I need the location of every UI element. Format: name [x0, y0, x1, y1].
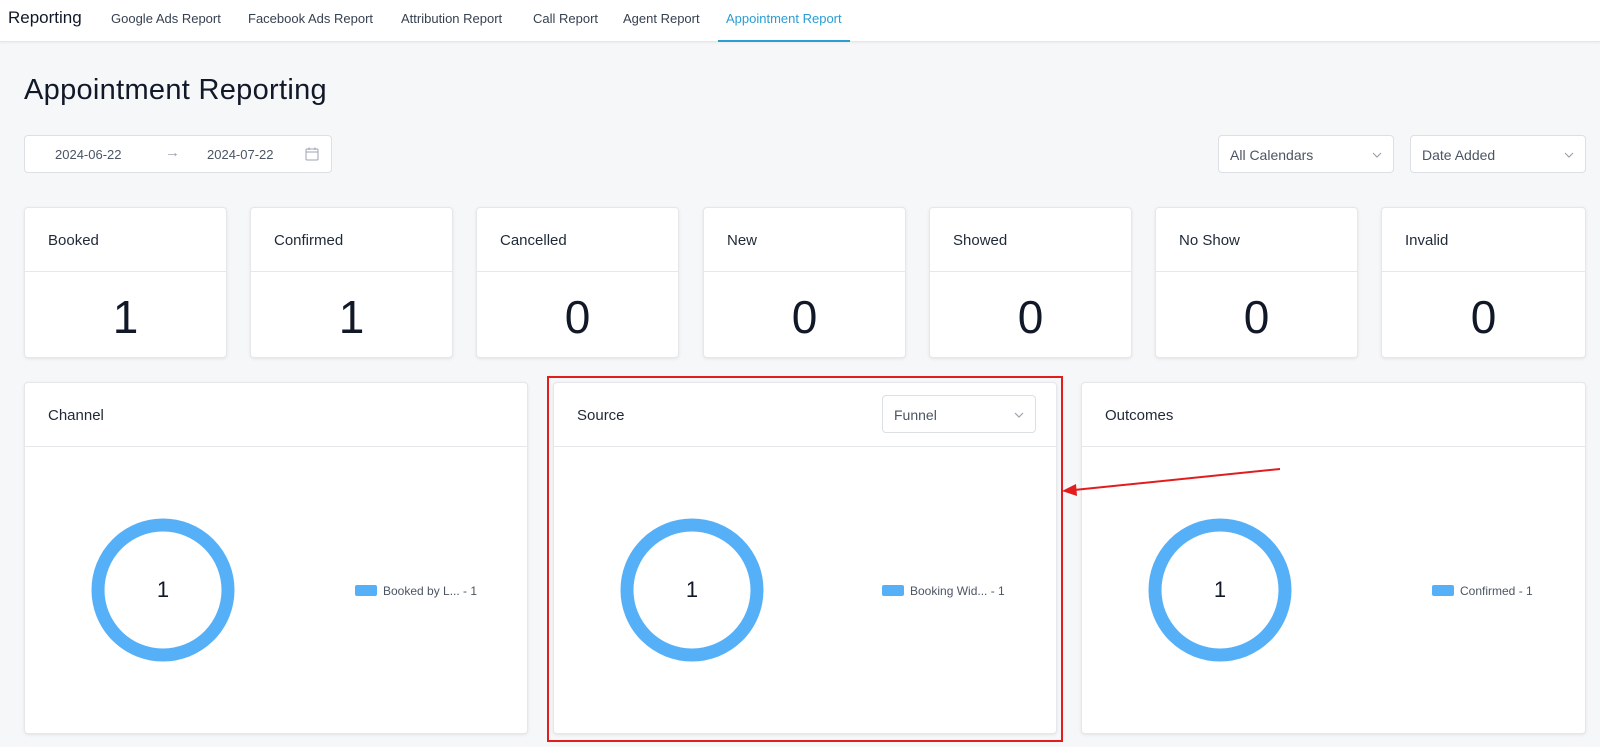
divider: [477, 271, 678, 272]
stat-label: New: [727, 232, 758, 249]
calendar-select-value: All Calendars: [1230, 147, 1314, 163]
page-title: Appointment Reporting: [24, 74, 327, 106]
chevron-down-icon: [1372, 152, 1382, 158]
date-range-picker[interactable]: 2024-06-22 → 2024-07-22: [24, 135, 332, 173]
divider: [25, 271, 226, 272]
date-end-input[interactable]: 2024-07-22: [207, 147, 274, 162]
donut-center-value: 1: [685, 577, 699, 602]
stat-card-cancelled: Cancelled 0: [476, 207, 679, 358]
outcomes-panel: Outcomes 1 Confirmed - 1: [1081, 382, 1586, 734]
stat-card-booked: Booked 1: [24, 207, 227, 358]
channel-panel: Channel 1 Booked by L... - 1: [24, 382, 528, 734]
stat-value: 1: [338, 291, 365, 343]
stat-value: 1: [112, 291, 139, 343]
tab-google-ads-report[interactable]: Google Ads Report: [111, 11, 221, 42]
tab-facebook-ads-report[interactable]: Facebook Ads Report: [248, 11, 373, 42]
stat-value: 0: [1470, 291, 1497, 343]
stat-value: 0: [564, 291, 591, 343]
source-type-select-value: Funnel: [894, 407, 937, 423]
chevron-down-icon: [1014, 412, 1024, 418]
stat-label: No Show: [1179, 232, 1240, 249]
legend-swatch: [882, 585, 904, 596]
donut-center-value: 1: [1213, 577, 1227, 602]
stat-label: Cancelled: [500, 232, 567, 249]
divider: [1156, 271, 1357, 272]
stat-label: Invalid: [1405, 232, 1449, 249]
divider: [251, 271, 452, 272]
divider: [1382, 271, 1585, 272]
divider: [554, 446, 1056, 447]
stat-card-no-show: No Show 0: [1155, 207, 1358, 358]
stat-label: Confirmed: [274, 232, 344, 249]
stat-label: Showed: [953, 232, 1008, 249]
legend-item[interactable]: Confirmed - 1: [1432, 584, 1533, 598]
stat-card-showed: Showed 0: [929, 207, 1132, 358]
legend-swatch: [355, 585, 377, 596]
top-nav: Reporting Google Ads Report Facebook Ads…: [0, 0, 1600, 42]
legend-swatch: [1432, 585, 1454, 596]
tab-call-report[interactable]: Call Report: [533, 11, 598, 42]
legend-item[interactable]: Booking Wid... - 1: [882, 584, 1005, 598]
divider: [704, 271, 905, 272]
legend-label: Booking Wid... - 1: [910, 584, 1005, 598]
panel-title: Outcomes: [1105, 407, 1174, 424]
panel-title: Source: [577, 407, 625, 424]
stat-value: 0: [791, 291, 818, 343]
calendar-select[interactable]: All Calendars: [1218, 135, 1394, 173]
calendar-icon: [305, 147, 319, 161]
divider: [25, 446, 527, 447]
annotation-arrow-icon: [1062, 468, 1281, 496]
chevron-down-icon: [1564, 152, 1574, 158]
arrow-right-icon: →: [165, 144, 180, 161]
date-type-select[interactable]: Date Added: [1410, 135, 1586, 173]
source-panel: Source Funnel 1 Booking Wid... - 1: [553, 382, 1057, 734]
tab-attribution-report[interactable]: Attribution Report: [401, 11, 502, 42]
source-type-select[interactable]: Funnel: [882, 395, 1036, 433]
tab-agent-report[interactable]: Agent Report: [623, 11, 700, 42]
stat-value: 0: [1243, 291, 1270, 343]
stat-card-invalid: Invalid 0: [1381, 207, 1586, 358]
date-type-select-value: Date Added: [1422, 147, 1496, 163]
divider: [930, 271, 1131, 272]
legend-label: Confirmed - 1: [1460, 584, 1533, 598]
donut-center-value: 1: [156, 577, 170, 602]
legend-label: Booked by L... - 1: [383, 584, 478, 598]
divider: [1082, 446, 1585, 447]
legend-item[interactable]: Booked by L... - 1: [355, 584, 477, 598]
tab-appointment-report[interactable]: Appointment Report: [718, 11, 850, 42]
date-start-input[interactable]: 2024-06-22: [55, 147, 122, 162]
stat-value: 0: [1017, 291, 1044, 343]
panel-title: Channel: [48, 407, 104, 424]
stat-card-new: New 0: [703, 207, 906, 358]
stat-card-confirmed: Confirmed 1: [250, 207, 453, 358]
stat-label: Booked: [48, 232, 99, 249]
brand-title: Reporting: [8, 8, 82, 27]
